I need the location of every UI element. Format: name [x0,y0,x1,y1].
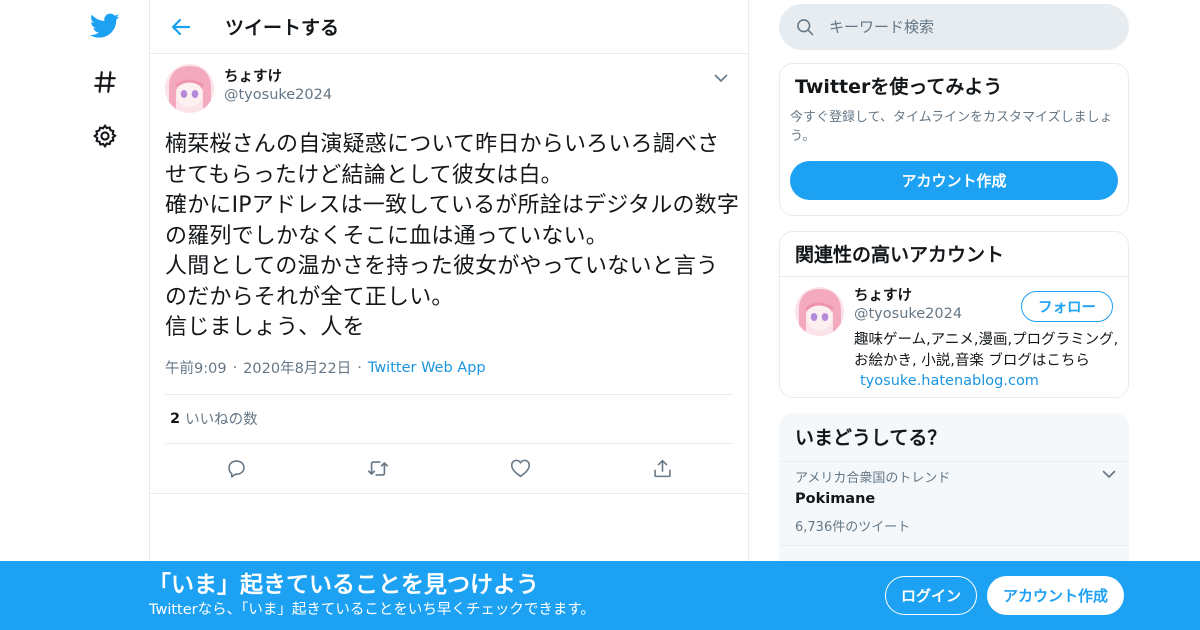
bottom-bar-subtext: Twitterなら、「いま」起きていることをいち早くチェックできます。 [149,602,595,618]
bio-link[interactable]: tyosuke.hatenablog.com [860,373,1039,389]
search-icon [795,17,815,37]
tweet: ちょすけ @tyosuke2024 楠栞桜さんの自演疑惑について昨日からいろいろ… [150,54,748,493]
trend-item[interactable]: アメリカ合衆国のトレンド Pokimane 6,736件のツイート [780,462,1128,546]
follow-button[interactable]: フォロー [1021,291,1113,322]
trend-count: 6,736件のツイート [795,520,911,535]
tweet-author: ちょすけ @tyosuke2024 [165,64,733,126]
retweet-icon [367,458,389,479]
separator-dot: · [232,359,238,376]
login-button[interactable]: ログイン [885,576,977,615]
back-button[interactable] [151,0,211,54]
share-button[interactable] [591,458,733,479]
chevron-down-icon[interactable] [1102,470,1116,479]
divider [150,492,748,494]
bottom-signup-button[interactable]: アカウント作成 [987,576,1124,615]
author-name[interactable]: ちょすけ [224,68,332,86]
related-account-bio: 趣味ゲーム,アニメ,漫画,プログラミング,お絵かき, 小説,音楽 ブログはこちら… [854,330,1124,392]
separator-dot: · [357,359,362,376]
tweet-source[interactable]: Twitter Web App [368,360,486,376]
retweet-button[interactable] [307,458,449,479]
likes-label: いいねの数 [185,412,258,428]
heart-icon [510,458,531,478]
signup-card-title: Twitterを使ってみよう [795,76,1003,98]
likes-stat[interactable]: 2 いいねの数 [165,393,733,444]
trend-name: Pokimane [795,491,876,507]
search-input[interactable] [829,18,1099,36]
bottom-signup-bar: 「いま」起きていることを見つけよう Twitterなら、「いま」起きていることを… [0,561,1200,630]
signup-card: Twitterを使ってみよう 今すぐ登録して、タイムラインをカスタマイズしましょ… [779,63,1129,216]
avatar[interactable] [165,64,214,113]
main-column: ツイートする ちょすけ @tyosuke2024 楠栞桜さんの自演疑惑について昨… [149,0,749,630]
trends-header: いまどうしてる？ [780,414,1128,462]
related-account: ちょすけ @tyosuke2024 フォロー 趣味ゲーム,アニメ,漫画,プログラ… [780,277,1128,397]
twitter-logo-icon[interactable] [85,6,125,46]
bio-text: 趣味ゲーム,アニメ,漫画,プログラミング,お絵かき, 小説,音楽 ブログはこちら [854,332,1119,369]
tweet-meta: 午前9:09 · 2020年8月22日 · Twitter Web App [165,356,733,380]
gear-icon[interactable] [85,116,125,156]
related-accounts-title: 関連性の高いアカウント [795,244,1005,266]
reply-icon [226,458,247,479]
chevron-down-icon [714,74,728,83]
hashtag-icon[interactable] [85,62,125,102]
tweet-text: 楠栞桜さんの自演疑惑について昨日からいろいろ調べさせてもらったけど結論として彼女… [165,132,740,340]
left-nav [80,0,130,630]
tweet-time[interactable]: 午前9:09 [165,357,227,378]
search-box[interactable] [779,4,1129,50]
tweet-actions [165,444,733,493]
related-accounts-header: 関連性の高いアカウント [780,232,1128,277]
signup-button[interactable]: アカウント作成 [790,161,1118,200]
signup-card-description: 今すぐ登録して、タイムラインをカスタマイズしましょう。 [790,110,1113,144]
trend-context: アメリカ合衆国のトレンド [795,471,951,486]
trends-title: いまどうしてる？ [795,427,947,449]
share-icon [652,458,673,479]
tweet-menu-button[interactable] [709,66,733,90]
likes-count: 2 [170,410,181,427]
back-arrow-icon [171,18,191,36]
page-title: ツイートする [225,17,340,39]
reply-button[interactable] [165,458,307,479]
author-handle[interactable]: @tyosuke2024 [224,86,332,104]
tweet-date[interactable]: 2020年8月22日 [243,357,351,378]
main-header: ツイートする [150,0,748,54]
avatar[interactable] [795,287,844,336]
bottom-bar-headline: 「いま」起きていることを見つけよう [148,572,539,598]
page: ツイートする ちょすけ @tyosuke2024 楠栞桜さんの自演疑惑について昨… [0,0,1200,630]
like-button[interactable] [449,458,591,478]
related-accounts-card: 関連性の高いアカウント ちょすけ @tyosuke2024 フォロー 趣味ゲーム… [779,231,1129,398]
